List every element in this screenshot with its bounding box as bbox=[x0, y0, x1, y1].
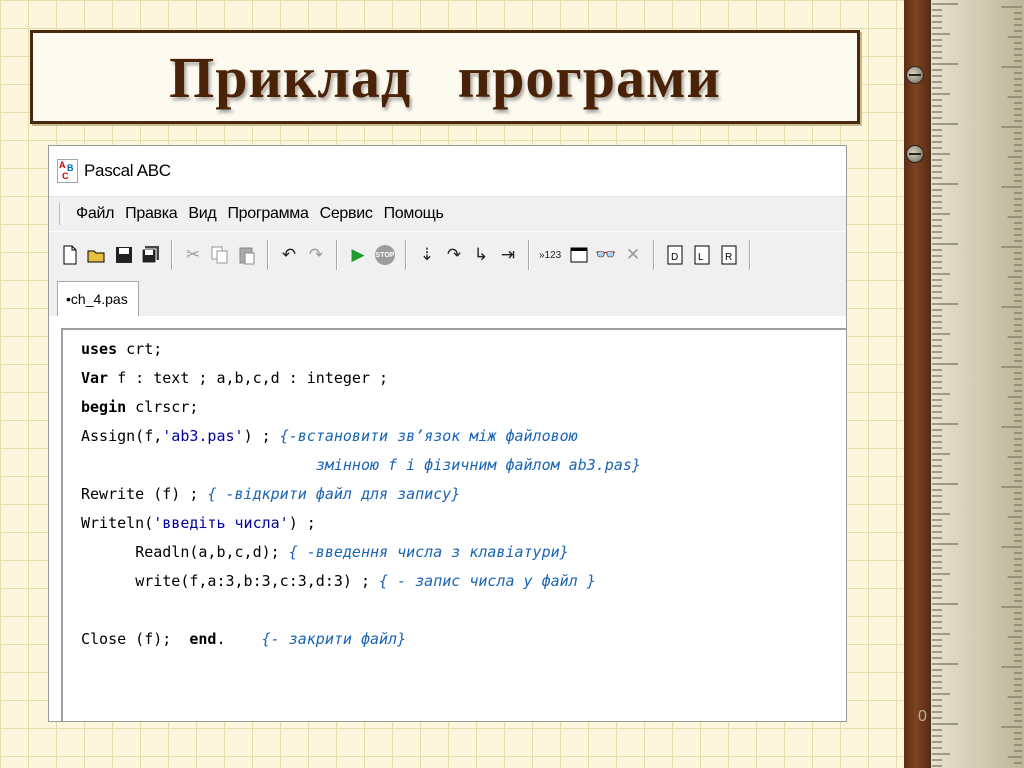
menu-grip bbox=[59, 203, 63, 225]
toolbar-separator bbox=[405, 240, 407, 270]
menu-bar: Файл Правка Вид Программа Сервис Помощь bbox=[49, 196, 846, 231]
toolbar-separator bbox=[528, 240, 530, 270]
code-editor[interactable]: uses crt; Var f : text ; a,b,c,d : integ… bbox=[61, 328, 846, 721]
doc-r-icon[interactable]: R bbox=[718, 243, 740, 267]
code-line-9: write(f,a:3,b:3,c:3,d:3) ; { - запис чис… bbox=[135, 572, 596, 590]
toolbar-separator bbox=[653, 240, 655, 270]
cut-icon[interactable]: ✂ bbox=[182, 243, 204, 267]
open-folder-icon[interactable] bbox=[86, 243, 108, 267]
menu-view[interactable]: Вид bbox=[188, 205, 216, 223]
menu-service[interactable]: Сервис bbox=[320, 205, 373, 223]
toolbar-separator bbox=[171, 240, 173, 270]
run-to-cursor-icon[interactable]: ⇥ bbox=[497, 243, 519, 267]
code-line-5: змінною f і фізичним файлом ab3.pas} bbox=[315, 456, 641, 474]
slide-title-box: Приклад програми bbox=[30, 30, 860, 124]
step-out-icon[interactable]: ↳ bbox=[470, 243, 492, 267]
code-line-3: begin clrscr; bbox=[81, 398, 199, 416]
pascal-abc-window: A B C Pascal ABC Файл Правка Вид Програм… bbox=[48, 145, 847, 722]
watch-icon[interactable]: 👓 bbox=[595, 243, 617, 267]
code-line-4: Assign(f,'ab3.pas') ; {-встановити зв’яз… bbox=[81, 427, 578, 445]
undo-icon[interactable]: ↶ bbox=[278, 243, 300, 267]
toolbar-separator bbox=[336, 240, 338, 270]
rivet-icon bbox=[906, 66, 924, 84]
code-line-2: Var f : text ; a,b,c,d : integer ; bbox=[81, 369, 389, 387]
ruler-ticks bbox=[932, 3, 1022, 767]
close-watch-icon[interactable]: ✕ bbox=[622, 243, 644, 267]
code-text: uses crt; Var f : text ; a,b,c,d : integ… bbox=[63, 330, 846, 654]
toolbar: ✂ ↶ ↷ ▶ STOP ⇣ ↷ ↳ ⇥ »123 👓 ✕ D L R bbox=[49, 231, 846, 278]
save-icon[interactable] bbox=[113, 243, 135, 267]
slide-title: Приклад програми bbox=[169, 44, 721, 110]
slide-number: 0 bbox=[918, 708, 927, 725]
window-titlebar[interactable]: A B C Pascal ABC bbox=[49, 146, 846, 196]
run-icon[interactable]: ▶ bbox=[347, 243, 369, 267]
code-line-6: Rewrite (f) ; { -відкрити файл для запис… bbox=[81, 485, 461, 503]
menu-file[interactable]: Файл bbox=[76, 205, 114, 223]
stop-button[interactable]: STOP bbox=[374, 243, 396, 267]
tab-label: •ch_4.pas bbox=[66, 291, 128, 307]
code-line-1: uses crt; bbox=[81, 340, 163, 358]
pascal-abc-app-icon: A B C bbox=[57, 159, 78, 183]
menu-program[interactable]: Программа bbox=[227, 205, 308, 223]
code-line-11: Close (f); end. {- закрити файл} bbox=[81, 630, 407, 648]
menu-help[interactable]: Помощь bbox=[384, 205, 444, 223]
window-icon[interactable] bbox=[568, 243, 590, 267]
step-into-icon[interactable]: ⇣ bbox=[416, 243, 438, 267]
copy-icon[interactable] bbox=[209, 243, 231, 267]
stop-icon: STOP bbox=[375, 245, 395, 265]
toolbar-separator bbox=[267, 240, 269, 270]
code-line-8: Readln(a,b,c,d); { -введення числа з кла… bbox=[135, 543, 569, 561]
svg-text:L: L bbox=[698, 252, 704, 263]
step-over-icon[interactable]: ↷ bbox=[443, 243, 465, 267]
doc-d-icon[interactable]: D bbox=[664, 243, 686, 267]
svg-text:R: R bbox=[725, 252, 732, 263]
doc-l-icon[interactable]: L bbox=[691, 243, 713, 267]
tab-bar: •ch_4.pas bbox=[49, 278, 846, 316]
code-line-7: Writeln('введіть числа') ; bbox=[81, 514, 316, 532]
paste-icon[interactable] bbox=[236, 243, 258, 267]
menu-edit[interactable]: Правка bbox=[125, 205, 178, 223]
ruler-wood-strip bbox=[904, 0, 930, 768]
svg-text:D: D bbox=[671, 252, 678, 263]
new-file-icon[interactable] bbox=[59, 243, 81, 267]
tab-ch-4-pas[interactable]: •ch_4.pas bbox=[57, 281, 139, 316]
rivet-icon bbox=[906, 145, 924, 163]
redo-icon[interactable]: ↷ bbox=[305, 243, 327, 267]
toolbar-separator bbox=[749, 240, 751, 270]
window-title: Pascal ABC bbox=[84, 161, 171, 180]
save-all-icon[interactable] bbox=[140, 243, 162, 267]
evaluate-button[interactable]: »123 bbox=[539, 250, 563, 261]
